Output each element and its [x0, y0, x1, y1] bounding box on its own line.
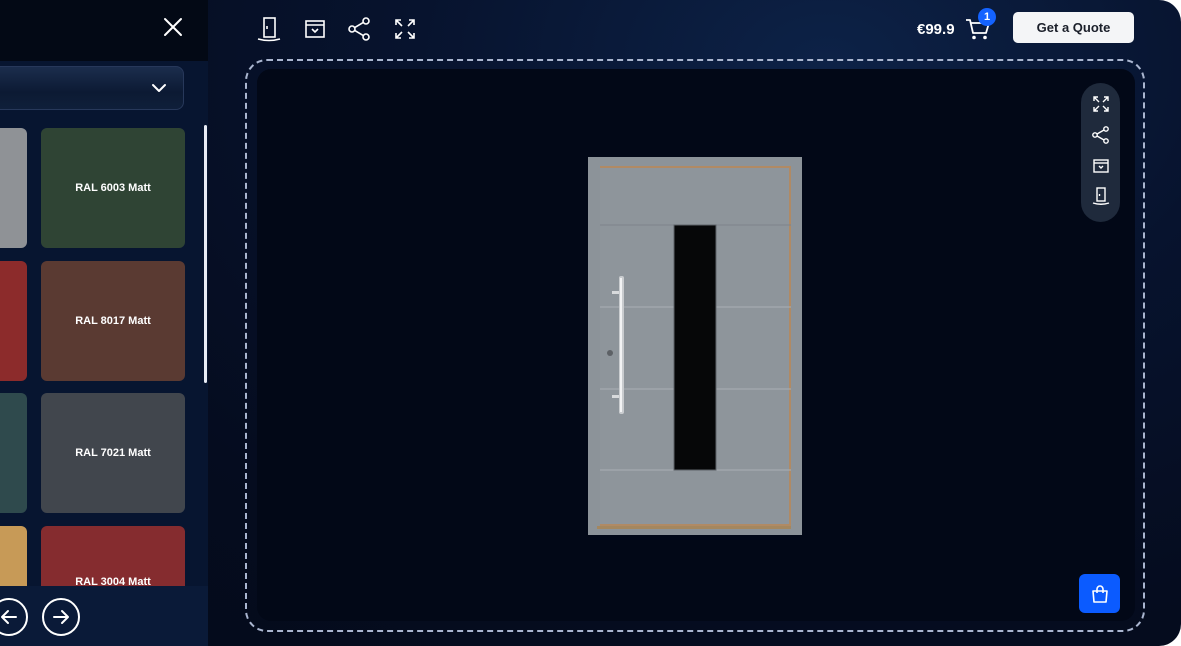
archive-icon	[1093, 159, 1109, 173]
share-button[interactable]	[346, 15, 374, 43]
side-archive-button[interactable]	[1091, 156, 1111, 176]
archive-button[interactable]	[301, 15, 329, 43]
get-quote-button[interactable]: Get a Quote	[1013, 12, 1134, 43]
shopping-bag-icon	[1091, 584, 1108, 603]
swatch-scrollbar[interactable]	[204, 125, 207, 383]
swatch-label: RAL 8017 Matt	[75, 315, 151, 327]
color-swatch[interactable]: RAL 3004 Matt	[41, 526, 185, 586]
panel-footer	[0, 586, 208, 646]
swatch-label: RAL 7021 Matt	[75, 447, 151, 459]
color-swatch[interactable]: RAL 6003 Matt	[41, 128, 185, 248]
door-viewer[interactable]	[257, 69, 1135, 621]
total-price: €99.9	[917, 21, 955, 38]
close-icon	[164, 18, 182, 36]
door-icon	[257, 17, 281, 42]
prev-button[interactable]	[0, 598, 28, 636]
color-swatch[interactable]	[0, 261, 27, 381]
color-swatch[interactable]	[0, 526, 27, 586]
cart-count-badge: 1	[978, 8, 996, 26]
color-panel: RAL 6003 Matt RAL 8017 Matt RAL 7021 Mat…	[0, 0, 208, 646]
viewer-side-toolbar	[1081, 83, 1120, 222]
side-door-button[interactable]	[1091, 186, 1111, 206]
color-swatch[interactable]	[0, 128, 27, 248]
door-icon	[1092, 187, 1110, 205]
archive-icon	[305, 20, 325, 38]
arrow-left-icon	[1, 610, 17, 624]
door-preview-image	[588, 157, 802, 535]
color-swatch[interactable]: RAL 8017 Matt	[41, 261, 185, 381]
add-to-bag-button[interactable]	[1079, 574, 1120, 613]
fullscreen-icon	[395, 19, 415, 39]
color-swatch[interactable]: RAL 7021 Matt	[41, 393, 185, 513]
app-frame: RAL 6003 Matt RAL 8017 Matt RAL 7021 Mat…	[0, 0, 1181, 646]
next-button[interactable]	[42, 598, 80, 636]
close-button[interactable]	[158, 12, 188, 42]
swatch-grid: RAL 6003 Matt RAL 8017 Matt RAL 7021 Mat…	[0, 118, 200, 586]
swatch-label: RAL 6003 Matt	[75, 182, 151, 194]
door-view-button[interactable]	[255, 15, 283, 43]
panel-header	[0, 0, 208, 61]
share-icon	[348, 17, 370, 41]
side-fullscreen-button[interactable]	[1091, 94, 1111, 114]
swatch-label: RAL 3004 Matt	[75, 576, 151, 586]
chevron-down-icon	[152, 84, 166, 92]
fullscreen-icon	[1093, 96, 1109, 112]
side-share-button[interactable]	[1091, 125, 1111, 145]
category-select[interactable]	[0, 66, 184, 110]
fullscreen-button[interactable]	[391, 15, 419, 43]
share-icon	[1092, 126, 1109, 144]
arrow-right-icon	[53, 610, 69, 624]
color-swatch[interactable]	[0, 393, 27, 513]
